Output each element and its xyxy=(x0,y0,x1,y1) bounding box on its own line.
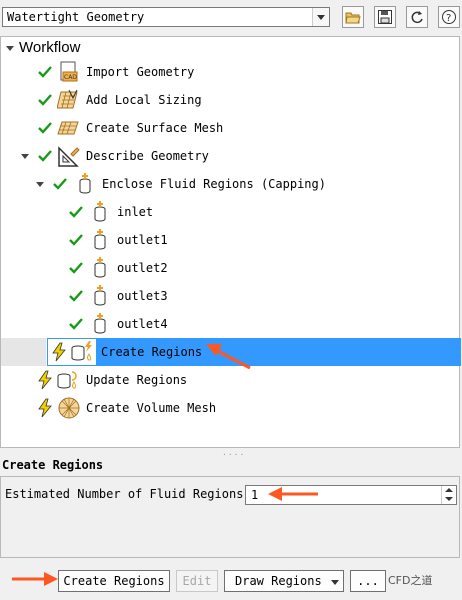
more-options-button[interactable]: ... xyxy=(350,570,386,592)
tree-item-label: Enclose Fluid Regions (Capping) xyxy=(102,177,326,191)
tree-item-label: outlet4 xyxy=(117,317,168,331)
tree-item-create-surface-mesh[interactable]: Create Surface Mesh xyxy=(1,116,301,140)
capping-icon xyxy=(94,257,106,278)
describe-geometry-icon xyxy=(58,146,80,167)
checkmark-icon xyxy=(69,234,83,246)
capping-icon xyxy=(94,229,106,250)
expand-arrow-icon[interactable] xyxy=(35,179,45,189)
fluid-regions-spinbox[interactable]: 1 xyxy=(245,485,457,505)
fluid-regions-value: 1 xyxy=(251,488,259,502)
tree-item-outlet4[interactable]: outlet4 xyxy=(1,312,301,336)
checkmark-icon xyxy=(53,178,67,190)
help-icon: ? xyxy=(442,10,456,24)
create-regions-button[interactable]: Create Regions xyxy=(58,570,170,592)
tree-item-label: outlet2 xyxy=(117,261,168,275)
task-panel-title: Create Regions xyxy=(2,458,104,472)
refresh-icon xyxy=(411,11,423,24)
lightning-pending-icon xyxy=(38,370,52,390)
draw-regions-button[interactable]: Draw Regions xyxy=(224,570,344,592)
tree-item-label: Update Regions xyxy=(86,373,188,387)
capping-icon xyxy=(79,173,91,194)
checkmark-icon xyxy=(38,94,52,106)
refresh-button[interactable] xyxy=(406,6,428,28)
lightning-pending-icon xyxy=(52,342,66,362)
expand-arrow-icon[interactable] xyxy=(20,151,30,161)
tree-item-update-regions[interactable]: Update Regions xyxy=(1,368,301,392)
expand-arrow-icon[interactable] xyxy=(5,43,15,53)
open-folder-icon xyxy=(345,12,361,24)
tree-item-label: Create Surface Mesh xyxy=(86,121,224,135)
top-toolbar: Watertight Geometry ? xyxy=(0,0,462,36)
tree-item-label: outlet1 xyxy=(117,233,168,247)
checkmark-icon xyxy=(69,318,83,330)
open-folder-button[interactable] xyxy=(342,6,364,28)
save-button[interactable] xyxy=(374,6,396,28)
save-icon xyxy=(378,10,392,24)
capping-icon xyxy=(94,201,106,222)
checkmark-icon xyxy=(38,66,52,78)
tree-root-label: Workflow xyxy=(19,39,81,56)
tree-item-import-geometry[interactable]: CAD Import Geometry xyxy=(1,60,301,84)
edit-button[interactable]: Edit xyxy=(176,570,218,592)
cad-import-icon: CAD xyxy=(60,61,78,82)
tree-item-outlet3[interactable]: outlet3 xyxy=(1,284,301,308)
update-regions-icon xyxy=(57,371,77,389)
local-sizing-icon xyxy=(57,89,78,109)
tree-item-label: Add Local Sizing xyxy=(86,93,202,107)
tree-item-create-regions[interactable]: Create Regions xyxy=(1,338,461,366)
tree-item-label: inlet xyxy=(117,205,154,219)
checkmark-icon xyxy=(69,290,83,302)
tree-item-create-volume-mesh[interactable]: Create Volume Mesh xyxy=(1,396,301,420)
draw-regions-label: Draw Regions xyxy=(235,574,322,588)
chevron-down-icon[interactable] xyxy=(331,580,339,585)
svg-text:?: ? xyxy=(446,13,451,24)
chevron-down-icon[interactable] xyxy=(312,8,329,26)
checkmark-icon xyxy=(38,122,52,134)
tree-item-label: Import Geometry xyxy=(86,65,195,79)
help-button[interactable]: ? xyxy=(438,6,460,28)
tree-item-outlet1[interactable]: outlet1 xyxy=(1,228,301,252)
tree-item-label: outlet3 xyxy=(117,289,168,303)
lightning-pending-icon xyxy=(38,398,52,418)
workflow-type-select[interactable]: Watertight Geometry xyxy=(2,7,330,27)
annotation-arrow xyxy=(12,572,58,586)
watermark-text: CFD之道 xyxy=(388,574,433,587)
tree-item-label: Create Volume Mesh xyxy=(86,401,217,415)
create-regions-icon xyxy=(71,341,92,361)
tree-item-enclose-fluid-regions[interactable]: Enclose Fluid Regions (Capping) xyxy=(1,172,401,196)
workflow-tree: Workflow CAD Import Geometry Add Local S… xyxy=(0,36,461,448)
capping-icon xyxy=(94,285,106,306)
checkmark-icon xyxy=(69,262,83,274)
fluid-regions-label: Estimated Number of Fluid Regions xyxy=(5,487,244,501)
volume-mesh-icon xyxy=(58,397,80,419)
checkmark-icon xyxy=(69,206,83,218)
tree-root-workflow[interactable]: Workflow xyxy=(1,36,201,60)
panel-splitter[interactable]: ···· xyxy=(0,448,462,459)
workflow-type-value: Watertight Geometry xyxy=(7,10,145,24)
tree-item-add-local-sizing[interactable]: Add Local Sizing xyxy=(1,88,301,112)
surface-mesh-icon xyxy=(57,121,79,135)
capping-icon xyxy=(94,313,106,334)
tree-item-describe-geometry[interactable]: Describe Geometry xyxy=(1,144,301,168)
task-properties-panel: Estimated Number of Fluid Regions 1 xyxy=(0,476,460,558)
tree-item-label: Describe Geometry xyxy=(86,149,209,163)
tree-item-outlet2[interactable]: outlet2 xyxy=(1,256,301,280)
tree-item-inlet[interactable]: inlet xyxy=(1,200,301,224)
svg-text:CAD: CAD xyxy=(64,74,77,81)
checkmark-icon xyxy=(38,150,52,162)
tree-item-label: Create Regions xyxy=(101,345,203,359)
